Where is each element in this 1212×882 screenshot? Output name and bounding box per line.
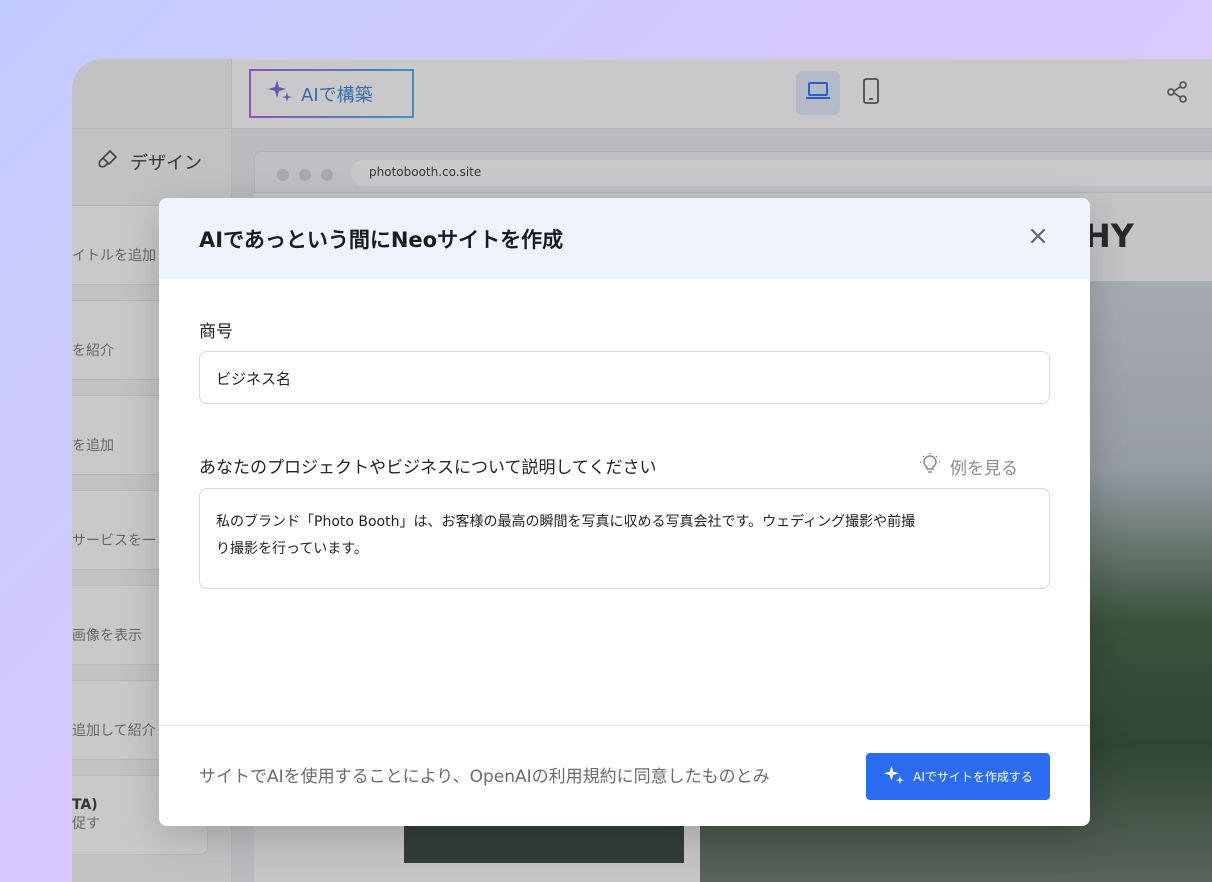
- description-line: り撮影を行っています。: [216, 541, 368, 557]
- business-name-input[interactable]: ビジネス名: [199, 351, 1050, 404]
- modal-footer: サイトでAIを使用することにより、OpenAIの利用規約に同意したものとみ AI…: [159, 725, 1090, 826]
- create-site-button[interactable]: AIでサイトを作成する: [866, 753, 1050, 800]
- close-icon: [1030, 228, 1046, 248]
- see-examples-label: 例を見る: [950, 459, 1018, 479]
- description-line: 私のブランド「Photo Booth」は、お客様の最高の瞬間を写真に収める写真会…: [216, 514, 916, 530]
- modal-title: AIであっという間にNeoサイトを作成: [199, 227, 564, 252]
- sparkle-icon: [883, 764, 905, 789]
- modal-header: AIであっという間にNeoサイトを作成: [159, 198, 1090, 279]
- business-name-label: 商号: [199, 322, 233, 342]
- ai-create-site-modal: AIであっという間にNeoサイトを作成 商号 ビジネス名 あなたのプロジェクトや…: [159, 198, 1090, 826]
- description-label: あなたのプロジェクトやビジネスについて説明してください: [199, 458, 657, 478]
- lightbulb-icon: [918, 452, 942, 481]
- create-site-label: AIでサイトを作成する: [913, 770, 1033, 784]
- see-examples-link[interactable]: 例を見る: [918, 452, 1018, 481]
- openai-terms-text: サイトでAIを使用することにより、OpenAIの利用規約に同意したものとみ: [199, 767, 770, 787]
- description-textarea[interactable]: 私のブランド「Photo Booth」は、お客様の最高の瞬間を写真に収める写真会…: [199, 488, 1050, 589]
- close-button[interactable]: [1026, 226, 1050, 250]
